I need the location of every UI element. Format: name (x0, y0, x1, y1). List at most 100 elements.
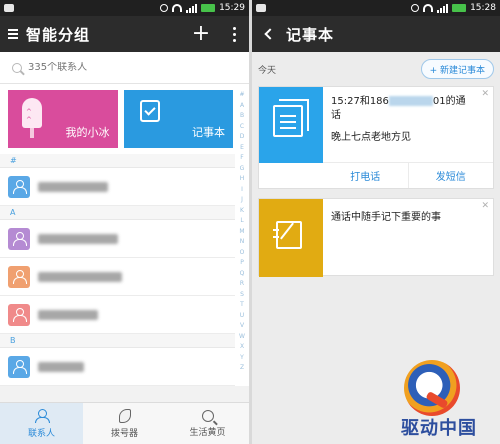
index-letter[interactable]: Y (240, 353, 244, 364)
index-letter[interactable]: X (240, 342, 244, 353)
new-note-button[interactable]: + 新建记事本 (420, 59, 494, 79)
tab-dialer[interactable]: 拨号器 (83, 403, 166, 444)
avatar (8, 355, 30, 378)
index-letter[interactable]: N (240, 237, 245, 248)
feature-tiles: ^ ^ 我的小冰 记事本 (0, 84, 249, 154)
tile-label: 我的小冰 (65, 126, 110, 139)
page-title: 记事本 (286, 25, 335, 44)
list-item[interactable] (0, 220, 235, 258)
date-header: 今天 + 新建记事本 (252, 52, 500, 86)
notepad-check-icon (139, 100, 160, 122)
index-letter[interactable]: B (240, 111, 244, 122)
note-content: 15:27和186 01的通 话 晚上七点老地方见 (331, 95, 481, 145)
index-letter[interactable]: D (240, 132, 245, 143)
document-icon (273, 105, 303, 137)
index-letter[interactable]: R (240, 279, 244, 290)
index-letter[interactable]: W (239, 332, 245, 343)
index-letter[interactable]: C (240, 122, 244, 133)
phone-icon (118, 408, 131, 423)
tab-yellow-pages[interactable]: 生活黄页 (166, 403, 249, 444)
note-call-suffix-cont: 话 (331, 110, 341, 121)
close-icon[interactable]: ✕ (481, 201, 489, 211)
tab-label: 生活黄页 (189, 427, 226, 438)
notepad-tile[interactable]: 记事本 (123, 90, 233, 148)
call-note-card[interactable]: ✕ 15:27和186 01的通 话 晚上七点老地方见 打电话 发短信 (258, 86, 494, 189)
tile-label: 记事本 (192, 126, 225, 139)
battery-icon (452, 4, 467, 12)
index-letter[interactable]: L (240, 216, 243, 227)
contacts-screen: 15:29 智能分组 + ^ ^ 我的小冰 记事本 # (0, 0, 249, 444)
contact-name-redacted (38, 233, 118, 244)
tab-contacts[interactable]: 联系人 (0, 403, 83, 444)
status-time: 15:28 (470, 3, 496, 13)
index-letter[interactable]: J (241, 195, 243, 206)
battery-icon (201, 4, 216, 12)
contact-name-redacted (38, 309, 98, 320)
contact-name-redacted (38, 361, 84, 372)
menu-icon[interactable] (8, 29, 18, 39)
index-letter[interactable]: F (240, 153, 243, 164)
index-letter[interactable]: A (240, 101, 244, 112)
alphabet-index[interactable]: # A B C D E F G H I J K L M N O P Q R S T U V W X Y Z (237, 90, 247, 374)
section-header: B (0, 334, 235, 348)
card-actions: 打电话 发短信 (323, 162, 493, 188)
signal-icon (186, 3, 198, 13)
list-item[interactable] (0, 168, 235, 206)
close-icon[interactable]: ✕ (481, 89, 489, 99)
more-options-icon[interactable] (227, 26, 241, 42)
app-notification-icon (256, 4, 266, 12)
list-item[interactable] (0, 348, 235, 386)
tab-label: 联系人 (27, 428, 55, 439)
index-letter[interactable]: E (240, 143, 244, 154)
page-title: 智能分组 (26, 25, 91, 44)
index-letter[interactable]: S (240, 290, 244, 301)
call-button[interactable]: 打电话 (323, 163, 408, 188)
card-thumbnail (259, 87, 323, 163)
person-icon (13, 307, 27, 322)
note-call-suffix: 01的通 (432, 96, 466, 107)
phone-number-redacted (388, 96, 433, 106)
person-icon (13, 269, 27, 284)
index-letter[interactable]: Q (240, 269, 245, 280)
contact-name-redacted (38, 181, 108, 192)
index-letter[interactable]: V (240, 321, 244, 332)
index-letter[interactable]: G (240, 164, 245, 175)
index-letter[interactable]: I (241, 185, 243, 196)
index-letter[interactable]: M (239, 227, 244, 238)
index-letter[interactable]: T (240, 300, 244, 311)
watermark: 驱动中国 (384, 360, 494, 440)
alarm-icon (411, 4, 420, 12)
card-thumbnail (259, 199, 323, 277)
search-bar (0, 52, 249, 84)
avatar (8, 303, 30, 326)
list-item[interactable] (0, 296, 235, 334)
tip-note-card[interactable]: ✕ 通话中随手记下重要的事 (258, 198, 494, 277)
screenshot-stage: 15:29 智能分组 + ^ ^ 我的小冰 记事本 # (0, 0, 500, 444)
sms-button[interactable]: 发短信 (407, 163, 494, 188)
index-letter[interactable]: # (239, 90, 244, 101)
index-letter[interactable]: P (240, 258, 244, 269)
note-text: 晚上七点老地方见 (331, 132, 411, 143)
index-letter[interactable]: O (240, 248, 245, 259)
xiaobing-tile[interactable]: ^ ^ 我的小冰 (8, 90, 118, 148)
wifi-icon (423, 4, 434, 12)
index-letter[interactable]: K (240, 206, 244, 217)
status-bar: 15:29 (0, 0, 249, 16)
list-item[interactable] (0, 258, 235, 296)
status-time: 15:29 (219, 3, 245, 13)
ice-pop-icon: ^ ^ (22, 98, 42, 138)
index-letter[interactable]: U (240, 311, 244, 322)
person-icon (13, 231, 27, 246)
add-contact-button[interactable]: + (189, 23, 213, 45)
app-header: 智能分组 + (0, 16, 249, 52)
contact-name-redacted (38, 271, 122, 282)
contact-list: # A B (0, 154, 249, 386)
person-icon (13, 179, 27, 194)
index-letter[interactable]: Z (240, 363, 244, 374)
wifi-icon (172, 4, 183, 12)
back-arrow-icon[interactable] (264, 28, 276, 40)
search-input[interactable] (28, 62, 208, 73)
signal-icon (437, 3, 449, 13)
index-letter[interactable]: H (240, 174, 245, 185)
person-icon (13, 359, 27, 374)
